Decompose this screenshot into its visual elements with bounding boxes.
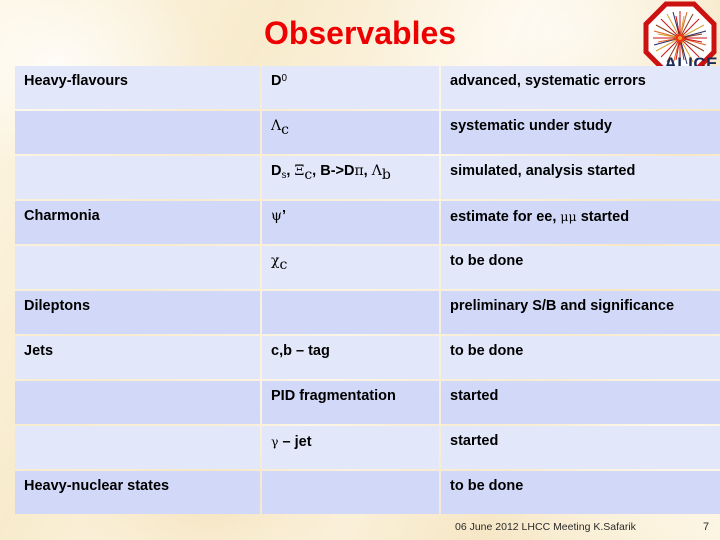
cell-topic: Jets (15, 336, 260, 379)
cell-topic (15, 246, 260, 289)
table-row: Jets c,b – tag to be done (15, 336, 720, 379)
cell-topic: Heavy-flavours (15, 66, 260, 109)
table-row: Heavy-flavours D0 advanced, systematic err… (15, 66, 720, 109)
slide-canvas: Observables ALICE Heavy-flavours D0 adva… (0, 0, 720, 540)
table-row: χc to be done (15, 246, 720, 289)
table-row: Dileptons preliminary S/B and significanc… (15, 291, 720, 334)
cell-topic: Charmonia (15, 201, 260, 244)
cell-channel: χc (262, 246, 439, 289)
cell-status: advanced, systematic errors (441, 66, 720, 109)
observables-table-body: Heavy-flavours D0 advanced, systematic err… (15, 66, 720, 514)
observables-table: Heavy-flavours D0 advanced, systematic err… (13, 64, 720, 516)
table-row: Λc systematic under study (15, 111, 720, 154)
cell-channel (262, 471, 439, 514)
cell-status: to be done (441, 471, 720, 514)
cell-channel: Λc (262, 111, 439, 154)
slide-footer: 06 June 2012 LHCC Meeting K.Safarik 7 (0, 521, 720, 537)
cell-status: started (441, 426, 720, 469)
cell-status: to be done (441, 246, 720, 289)
footer-page-number: 7 (703, 521, 710, 533)
footer-meeting-text: 06 June 2012 LHCC Meeting K.Safarik (455, 521, 636, 533)
cell-status: simulated, analysis started (441, 156, 720, 199)
cell-channel: c,b – tag (262, 336, 439, 379)
cell-channel: ψ’ (262, 201, 439, 244)
cell-channel: Ds, Ξc, B->Dπ, Λb (262, 156, 439, 199)
cell-status: started (441, 381, 720, 424)
cell-topic (15, 426, 260, 469)
table-row: Charmonia ψ’ estimate for ee, μμ started (15, 201, 720, 244)
cell-channel: PID fragmentation (262, 381, 439, 424)
cell-channel: γ – jet (262, 426, 439, 469)
cell-status: to be done (441, 336, 720, 379)
cell-topic: Dileptons (15, 291, 260, 334)
cell-channel (262, 291, 439, 334)
cell-status: systematic under study (441, 111, 720, 154)
cell-topic (15, 156, 260, 199)
cell-topic (15, 381, 260, 424)
cell-topic: Heavy-nuclear states (15, 471, 260, 514)
cell-topic (15, 111, 260, 154)
cell-status: estimate for ee, μμ started (441, 201, 720, 244)
cell-status: preliminary S/B and significance (441, 291, 720, 334)
table-row: PID fragmentation started (15, 381, 720, 424)
table-row: Heavy-nuclear states to be done (15, 471, 720, 514)
page-title: Observables (263, 15, 457, 51)
cell-channel: D0 (262, 66, 439, 109)
table-row: γ – jet started (15, 426, 720, 469)
table-row: Ds, Ξc, B->Dπ, Λb simulated, analysis sta… (15, 156, 720, 199)
